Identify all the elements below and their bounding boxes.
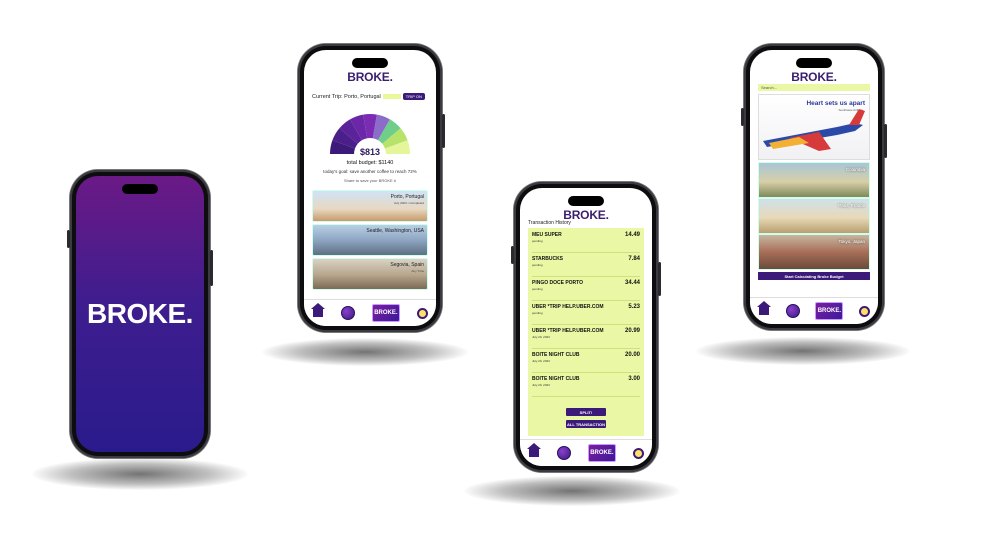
airplane-icon xyxy=(763,109,865,151)
phone-dashboard: BROKE. Current Trip: Porto, Portugal TRIP… xyxy=(298,44,445,332)
home-icon[interactable] xyxy=(527,443,542,458)
broke-card-icon[interactable]: BROKE. xyxy=(815,302,844,320)
trip-card-segovia[interactable]: Segovia, Spain Any Time xyxy=(312,258,428,290)
trip-badge[interactable]: TRIP ON xyxy=(402,93,425,100)
phone1-shadow xyxy=(32,458,248,490)
globe-icon[interactable] xyxy=(557,446,572,460)
bottom-nav: BROKE. xyxy=(304,299,436,326)
globe-icon[interactable] xyxy=(785,304,800,318)
splash-screen: BROKE. xyxy=(76,176,204,452)
phone-splash: BROKE. xyxy=(67,170,213,458)
transaction-row[interactable]: PINGO DOCE PORTO 34.44 pending xyxy=(532,278,640,301)
app-logo: BROKE. xyxy=(791,70,837,84)
bottom-nav: BROKE. xyxy=(520,439,652,466)
phone4-shadow xyxy=(696,337,910,365)
all-transactions-button[interactable]: ALL TRANSACTION xyxy=(566,420,606,428)
explore-screen: BROKE. Search... Heart sets us apart Sou… xyxy=(750,50,878,324)
transaction-history-title: Transaction History xyxy=(528,220,571,226)
current-trip-label: Current Trip: Porto, Portugal TRIP ON xyxy=(312,93,428,100)
destination-card-tokyo[interactable]: Tokyo, Japan xyxy=(758,234,870,270)
transaction-row[interactable]: UBER *TRIP HELP.UBER.COM 5.23 pending xyxy=(532,302,640,325)
dynamic-island xyxy=(122,184,158,194)
start-budget-button[interactable]: Start Calculating Broke Budget xyxy=(758,272,870,280)
airline-ad-banner[interactable]: Heart sets us apart Southwest Airlines xyxy=(758,94,870,160)
broke-card-icon[interactable]: BROKE. xyxy=(371,304,400,322)
app-logo: BROKE. xyxy=(347,70,393,84)
phone3-shadow xyxy=(464,476,680,506)
search-input[interactable]: Search... xyxy=(758,84,870,91)
transaction-row[interactable]: STARBUCKS 7.84 pending xyxy=(532,254,640,277)
globe-icon[interactable] xyxy=(341,306,356,320)
profile-icon[interactable] xyxy=(632,447,644,459)
share-link[interactable]: Share to save your BROKE # xyxy=(304,178,436,183)
split-button[interactable]: SPLIT! xyxy=(566,408,606,416)
phone-explore: BROKE. Search... Heart sets us apart Sou… xyxy=(741,44,887,330)
trip-card-seattle[interactable]: Seattle, Washington, USA xyxy=(312,224,428,256)
home-icon[interactable] xyxy=(756,301,771,316)
destination-card-paris[interactable]: Paris, France xyxy=(758,198,870,234)
transaction-row[interactable]: BOITE NIGHT CLUB 3.00 July 20, 2023 xyxy=(532,374,640,397)
bottom-nav: BROKE. xyxy=(750,297,878,324)
profile-icon[interactable] xyxy=(416,307,428,319)
home-icon[interactable] xyxy=(311,303,326,318)
splash-logo: BROKE. xyxy=(87,298,193,329)
transaction-row[interactable]: BOITE NIGHT CLUB 20.00 July 20, 2023 xyxy=(532,350,640,373)
transaction-row[interactable]: MEU SUPER 14.49 pending xyxy=(532,230,640,253)
broke-card-icon[interactable]: BROKE. xyxy=(587,444,616,462)
profile-icon[interactable] xyxy=(859,305,871,317)
daily-goal: today's goal: save another coffee to rea… xyxy=(323,169,417,174)
dynamic-island xyxy=(352,58,388,68)
transaction-list: MEU SUPER 14.49 pending STARBUCKS 7.84 p… xyxy=(528,228,644,436)
transactions-screen: BROKE. Transaction History MEU SUPER 14.… xyxy=(520,188,652,466)
phone-transactions: BROKE. Transaction History MEU SUPER 14.… xyxy=(511,182,661,472)
dashboard-screen: BROKE. Current Trip: Porto, Portugal TRIP… xyxy=(304,50,436,326)
destination-card-columbia[interactable]: Columbia xyxy=(758,162,870,198)
dynamic-island xyxy=(568,196,604,206)
phone2-shadow xyxy=(262,338,468,366)
trip-card-porto[interactable]: Porto, Portugal July 2023 • Completed xyxy=(312,190,428,222)
total-budget: total budget: $1140 xyxy=(346,160,394,166)
remaining-amount: $813 xyxy=(359,147,381,157)
dynamic-island xyxy=(796,58,832,68)
transaction-row[interactable]: UBER *TRIP HELP.UBER.COM 20.99 July 20, … xyxy=(532,326,640,349)
